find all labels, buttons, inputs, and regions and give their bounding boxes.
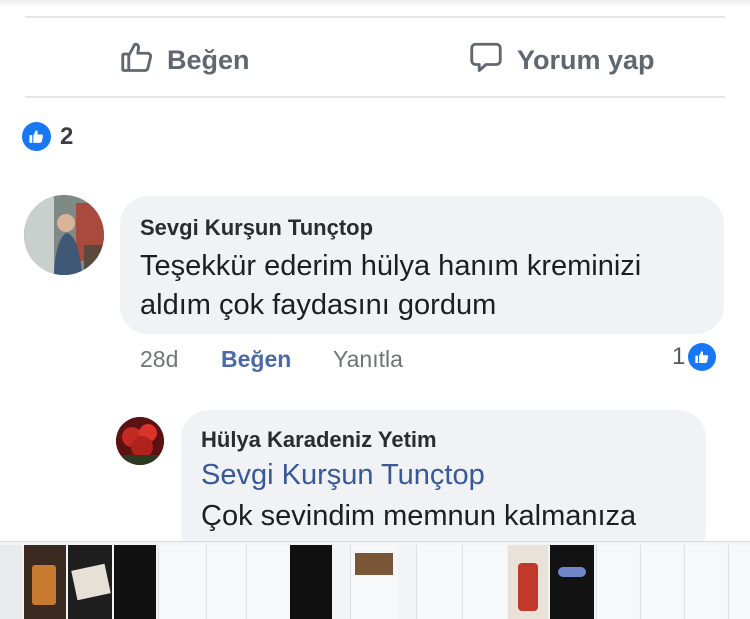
reply-bubble: Hülya Karadeniz Yetim Sevgi Kurşun Tunçt… xyxy=(181,410,706,560)
comment-text-line-1: Teşekkür ederim hülya hanım kreminizi xyxy=(140,250,642,282)
thumbnail-9[interactable] xyxy=(350,545,397,619)
comment-button[interactable]: Yorum yap xyxy=(467,38,655,82)
thumbnail-strip xyxy=(0,541,750,619)
replier-avatar[interactable] xyxy=(116,417,164,465)
top-edge xyxy=(0,0,750,6)
reply-author[interactable]: Hülya Karadeniz Yetim xyxy=(201,427,437,453)
comment-reaction-count[interactable]: 1 xyxy=(672,343,717,371)
thumbnail-7[interactable] xyxy=(246,545,289,619)
thumbnail-5[interactable] xyxy=(158,545,205,619)
thumbnail-15[interactable] xyxy=(640,545,683,619)
divider-top xyxy=(25,16,725,18)
thumbnail-13[interactable] xyxy=(550,545,594,619)
comment-author[interactable]: Sevgi Kurşun Tunçtop xyxy=(140,215,373,241)
thumbnail-1[interactable] xyxy=(0,545,22,619)
comment-button-label: Yorum yap xyxy=(517,44,655,75)
thumbnail-10[interactable] xyxy=(416,545,461,619)
like-button-label: Beğen xyxy=(167,44,250,75)
commenter-avatar[interactable] xyxy=(24,195,104,275)
reply-mention[interactable]: Sevgi Kurşun Tunçtop xyxy=(201,455,485,495)
reply-text: Çok sevindim memnun kalmanıza xyxy=(201,500,637,532)
thumbnail-14[interactable] xyxy=(596,545,639,619)
like-button[interactable]: Beğen xyxy=(119,38,250,82)
thumbs-up-outline-icon xyxy=(119,39,167,82)
reaction-summary[interactable]: 2 xyxy=(22,122,73,151)
thumbnail-2[interactable] xyxy=(24,545,66,619)
thumbnail-8[interactable] xyxy=(290,545,332,619)
like-reaction-icon xyxy=(22,122,51,151)
thumbnail-3[interactable] xyxy=(68,545,112,619)
comment-like-reaction-icon xyxy=(688,343,717,371)
thumbnail-4[interactable] xyxy=(114,545,156,619)
speech-bubble-icon xyxy=(467,39,517,82)
comment-bubble: Sevgi Kurşun Tunçtop Teşekkür ederim hül… xyxy=(120,196,724,334)
reaction-count: 2 xyxy=(60,122,74,150)
comment-text-line-2: aldım çok faydasını gordum xyxy=(140,289,497,321)
comment-timestamp[interactable]: 28d xyxy=(140,346,178,373)
comment-like-link[interactable]: Beğen xyxy=(221,346,291,373)
comment-reaction-number: 1 xyxy=(672,343,686,370)
thumbnail-6[interactable] xyxy=(206,545,245,619)
thumbnail-17[interactable] xyxy=(728,545,750,619)
divider-actions xyxy=(25,96,725,98)
comment-reply-link[interactable]: Yanıtla xyxy=(333,346,403,373)
thumbnail-12[interactable] xyxy=(508,545,548,619)
thumbnail-11[interactable] xyxy=(462,545,507,619)
thumbnail-16[interactable] xyxy=(684,545,727,619)
